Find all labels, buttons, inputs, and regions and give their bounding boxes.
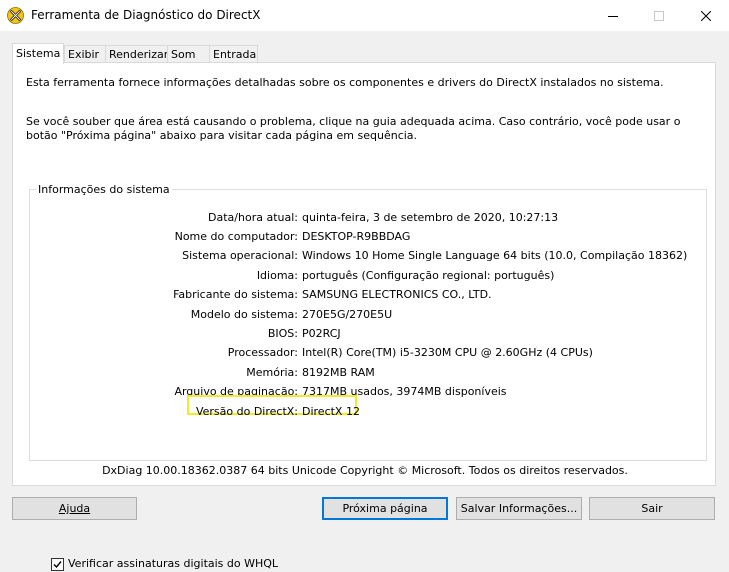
info-label: Sistema operacional: [182,249,298,262]
tab-exibir[interactable]: Exibir [64,45,106,62]
whql-checkbox[interactable] [51,558,64,571]
info-value: P02RCJ [302,327,341,340]
info-row-model: Modelo do sistema: 270E5G/270E5U [30,308,706,322]
info-row-directx-version: Versão do DirectX: DirectX 12 [30,405,706,419]
info-row-memory: Memória: 8192MB RAM [30,366,706,380]
info-value: 8192MB RAM [302,366,375,379]
group-title: Informações do sistema [36,183,172,196]
checkmark-icon [53,561,62,569]
next-page-button-label: Próxima página [342,502,428,515]
info-row-os: Sistema operacional: Windows 10 Home Sin… [30,249,706,263]
minimize-icon [608,15,618,17]
exit-button-label: Sair [641,502,663,515]
title-bar[interactable]: Ferramenta de Diagnóstico do DirectX [0,0,729,31]
help-button[interactable]: Ajuda [12,497,137,520]
tab-entrada[interactable]: Entrada [209,45,258,62]
save-info-button-label: Salvar Informações... [460,502,578,515]
info-value: DESKTOP-R9BBDAG [302,230,411,243]
info-value: Intel(R) Core(TM) i5-3230M CPU @ 2.60GHz… [302,346,593,359]
tab-panel-sistema: Esta ferramenta fornece informações deta… [12,62,716,571]
info-label: BIOS: [267,327,298,340]
system-info-group: Informações do sistema Data/hora atual: … [29,183,707,571]
info-row-processor: Processador: Intel(R) Core(TM) i5-3230M … [30,346,706,360]
maximize-button [636,0,682,31]
directx-x-icon [7,7,24,24]
dxdiag-window: Ferramenta de Diagnóstico do DirectX Sis… [0,0,729,571]
info-label: Versão do DirectX: [195,405,298,418]
info-row-date: Data/hora atual: quinta-feira, 3 de sete… [30,211,706,225]
intro-text: Esta ferramenta fornece informações deta… [26,76,664,89]
info-label: Nome do computador: [174,230,298,243]
info-label: Fabricante do sistema: [173,288,298,301]
info-label: Data/hora atual: [208,211,298,224]
tab-renderizar[interactable]: Renderizar [105,45,168,62]
info-row-manufacturer: Fabricante do sistema: SAMSUNG ELECTRONI… [30,288,706,302]
info-value: quinta-feira, 3 de setembro de 2020, 10:… [302,211,559,224]
info-label: Memória: [246,366,298,379]
maximize-icon [654,10,664,21]
copyright-footer: DxDiag 10.00.18362.0387 64 bits Unicode … [102,464,628,477]
info-row-computer-name: Nome do computador: DESKTOP-R9BBDAG [30,230,706,244]
help-text: Se você souber que área está causando o … [26,115,681,142]
tab-som[interactable]: Som [167,45,210,62]
close-icon [701,10,711,21]
info-row-language: Idioma: português (Configuração regional… [30,269,706,283]
whql-checkbox-label[interactable]: Verificar assinaturas digitais do WHQL [68,557,278,571]
info-label: Processador: [227,346,298,359]
tab-sistema[interactable]: Sistema [12,43,64,64]
info-value: Windows 10 Home Single Language 64 bits … [302,249,688,262]
info-value: SAMSUNG ELECTRONICS CO., LTD. [302,288,492,301]
next-page-button[interactable]: Próxima página [322,497,448,520]
info-label: Modelo do sistema: [190,308,298,321]
save-info-button[interactable]: Salvar Informações... [456,497,582,520]
info-value: português (Configuração regional: portug… [302,269,555,282]
info-row-bios: BIOS: P02RCJ [30,327,706,341]
info-label: Idioma: [256,269,298,282]
info-value: 270E5G/270E5U [302,308,393,321]
minimize-button[interactable] [590,0,636,31]
window-title: Ferramenta de Diagnóstico do DirectX [31,8,261,22]
close-button[interactable] [683,0,729,31]
help-button-label: Ajuda [58,502,91,515]
info-row-pagefile: Arquivo de paginação: 7317MB usados, 397… [30,385,706,399]
exit-button[interactable]: Sair [589,497,715,520]
info-value: DirectX 12 [302,405,360,418]
